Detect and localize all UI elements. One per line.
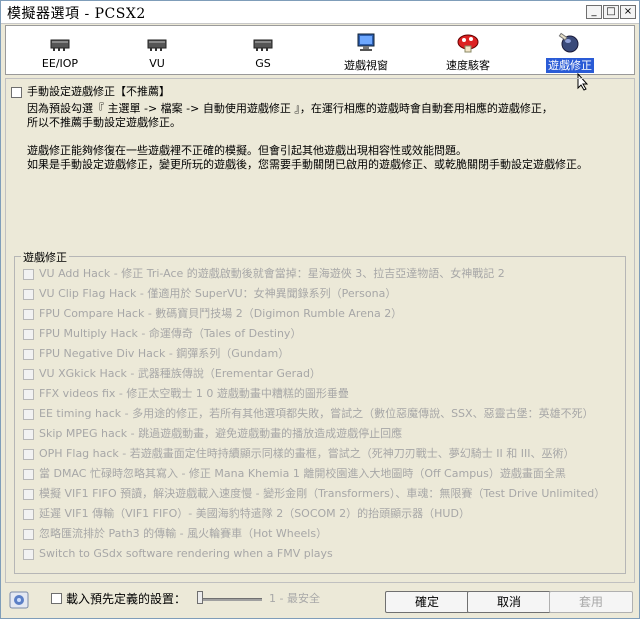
tab-game-window[interactable]: 遊戲視窗 xyxy=(332,30,400,74)
fix-label: EE timing hack - 多用途的修正，若所有其他選項都失敗，嘗試之（數… xyxy=(39,407,594,420)
fix-checkbox[interactable] xyxy=(23,429,34,440)
description-line: 所以不推薦手動設定遊戲修正。 xyxy=(27,116,181,129)
mushroom-icon xyxy=(457,34,479,53)
fix-label: Switch to GSdx software rendering when a… xyxy=(39,547,333,560)
fix-label: FPU Negative Div Hack - 鋼彈系列（Gundam） xyxy=(39,347,290,360)
fix-checkbox[interactable] xyxy=(23,369,34,380)
maximize-button[interactable]: □ xyxy=(603,5,619,19)
monitor-icon xyxy=(357,33,375,51)
manual-fixes-checkbox[interactable] xyxy=(11,87,22,98)
chip-icon xyxy=(147,39,167,51)
description-line: 因為預設勾選『 主選單 -> 檔案 -> 自動使用遊戲修正 』，在運行相應的遊戲… xyxy=(27,102,553,115)
fix-label: 當 DMAC 忙碌時忽略其寫入 - 修正 Mana Khemia 1 離開校園進… xyxy=(39,467,566,480)
tab-label: VU xyxy=(149,57,165,70)
apply-button[interactable]: 套用 xyxy=(549,591,633,613)
fix-checkbox[interactable] xyxy=(23,349,34,360)
fix-label: OPH Flag hack - 若遊戲畫面定住時持續顯示同樣的畫框，嘗試之（死神… xyxy=(39,447,575,460)
group-title: 遊戲修正 xyxy=(21,249,69,265)
tab-label: 遊戲修正 xyxy=(546,58,594,73)
tab-vu[interactable]: VU xyxy=(123,30,191,74)
tab-speed-hacks[interactable]: 速度駭客 xyxy=(434,30,502,74)
fix-checkbox[interactable] xyxy=(23,509,34,520)
chip-icon xyxy=(253,39,273,51)
manual-fixes-label[interactable]: 手動設定遊戲修正【不推薦】 xyxy=(27,85,170,99)
fix-label: VU Add Hack - 修正 Tri-Ace 的遊戲啟動後就會當掉：星海遊俠… xyxy=(39,267,505,280)
tab-gs[interactable]: GS xyxy=(229,30,297,74)
fix-label: VU Clip Flag Hack - 僅適用於 SuperVU：女神異聞錄系列… xyxy=(39,287,397,300)
category-toolbar: EE/IOP VU GS 遊戲視窗 速度駭客 遊戲修正 xyxy=(5,25,635,75)
fix-checkbox[interactable] xyxy=(23,389,34,400)
minimize-button[interactable]: _ xyxy=(586,5,602,19)
preset-slider-track[interactable] xyxy=(200,598,262,601)
tab-ee-iop[interactable]: EE/IOP xyxy=(26,30,94,74)
fix-checkbox[interactable] xyxy=(23,329,34,340)
tab-label: 速度駭客 xyxy=(446,59,490,72)
fix-label: VU XGkick Hack - 武器種族傳說（Erementar Gerad） xyxy=(39,367,321,380)
fix-label: FPU Multiply Hack - 命運傳奇（Tales of Destin… xyxy=(39,327,302,340)
fix-checkbox[interactable] xyxy=(23,449,34,460)
fix-label: 忽略匯流排於 Path3 的傳輸 - 風火輪賽車（Hot Wheels） xyxy=(39,527,328,540)
title-bar[interactable]: 模擬器選項 - PCSX2 _ □ × xyxy=(1,1,639,24)
fix-checkbox[interactable] xyxy=(23,409,34,420)
bandaged-globe-icon xyxy=(558,32,579,53)
fix-label: 模擬 VIF1 FIFO 預讀，解決遊戲載入速度慢 - 變形金剛（Transfo… xyxy=(39,487,606,500)
description-line: 如果是手動設定遊戲修正，變更所玩的遊戲後，您需要手動關閉已啟用的遊戲修正、或乾脆… xyxy=(27,158,588,171)
fix-checkbox[interactable] xyxy=(23,269,34,280)
fix-checkbox[interactable] xyxy=(23,489,34,500)
close-button[interactable]: × xyxy=(620,5,636,19)
tab-label: 遊戲視窗 xyxy=(344,59,388,72)
preset-slider-caption: 1 - 最安全 xyxy=(269,592,320,605)
fix-checkbox[interactable] xyxy=(23,289,34,300)
fix-checkbox[interactable] xyxy=(23,529,34,540)
fix-label: Skip MPEG hack - 跳過遊戲動畫，避免遊戲動畫的播放造成遊戲停止回… xyxy=(39,427,403,440)
preset-slider-thumb[interactable] xyxy=(197,591,203,604)
fix-checkbox[interactable] xyxy=(23,469,34,480)
fix-label: FPU Compare Hack - 數碼寶貝鬥技場 2（Digimon Rum… xyxy=(39,307,403,320)
fix-checkbox[interactable] xyxy=(23,309,34,320)
chip-icon xyxy=(50,39,70,51)
cancel-button[interactable]: 取消 xyxy=(467,591,551,613)
options-window: 模擬器選項 - PCSX2 _ □ × EE/IOP VU GS 遊戲視窗 速度… xyxy=(0,0,640,619)
fix-label: 延遲 VIF1 傳輸（VIF1 FIFO）- 美國海豹特遣隊 2（SOCOM 2… xyxy=(39,507,470,520)
fix-checkbox[interactable] xyxy=(23,549,34,560)
window-title: 模擬器選項 - PCSX2 xyxy=(7,6,146,22)
help-icon[interactable] xyxy=(9,591,29,609)
description-line: 遊戲修正能夠修復在一些遊戲裡不正確的模擬。但會引起其他遊戲出現相容性或效能問題。 xyxy=(27,144,467,157)
tab-game-fixes[interactable]: 遊戲修正 xyxy=(536,30,604,74)
tab-label: GS xyxy=(255,57,271,70)
load-preset-checkbox[interactable] xyxy=(51,593,62,604)
fix-label: FFX videos fix - 修正太空戰士 1 0 遊戲動畫中糟糕的圖形垂疊 xyxy=(39,387,349,400)
tab-label: EE/IOP xyxy=(41,57,79,70)
ok-button[interactable]: 確定 xyxy=(385,591,469,613)
load-preset-label[interactable]: 載入預先定義的設置： xyxy=(66,592,186,606)
